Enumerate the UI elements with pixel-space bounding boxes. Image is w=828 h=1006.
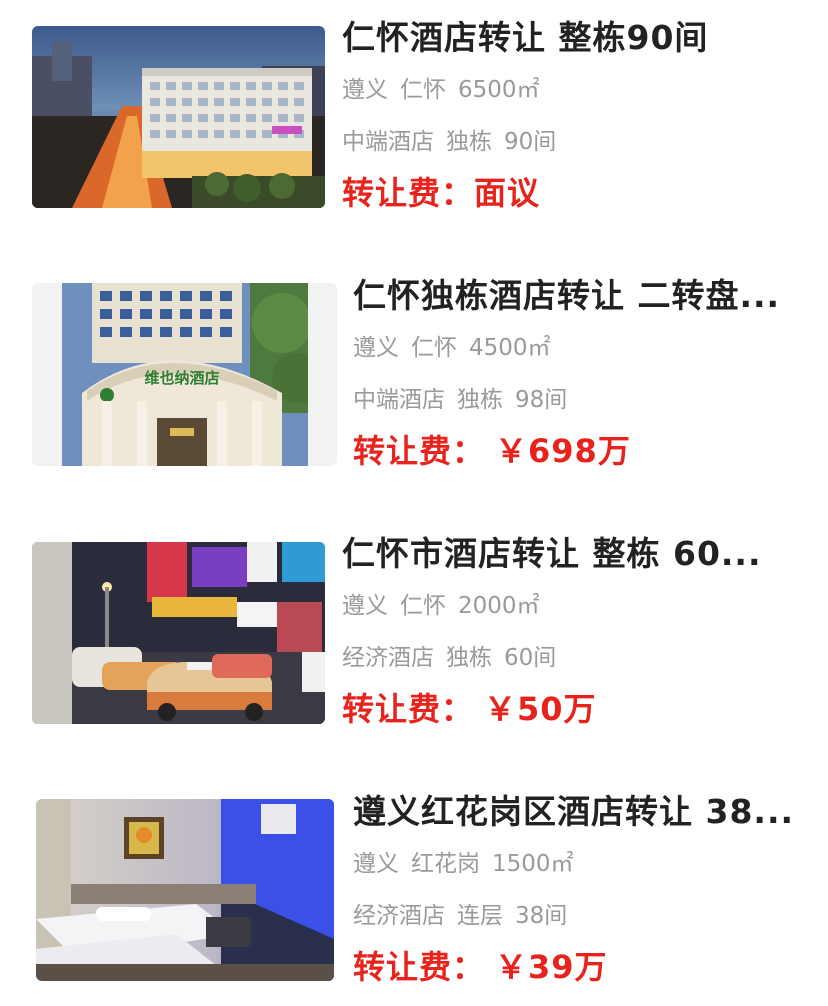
listing-price: 转让费：面议	[342, 173, 812, 213]
district: 仁怀	[400, 77, 446, 103]
listing-location-area: 遵义 红花岗 1500㎡	[353, 849, 813, 879]
price-label: 转让费：	[353, 432, 486, 470]
listing-card-1[interactable]: 仁怀酒店转让 整栋90间 遵义 仁怀 6500㎡ 中端酒店 独栋 90间 转让费：面议	[0, 0, 828, 212]
hotel-grade: 经济酒店	[353, 903, 445, 929]
listing-price: 转让费： ￥50万	[342, 689, 812, 729]
listing-card-4[interactable]: 遵义红花岗区酒店转让 38... 遵义 红花岗 1500㎡ 经济酒店 连层 38间 转让…	[0, 774, 828, 986]
listing-photo-1[interactable]	[32, 26, 325, 208]
area: 2000㎡	[458, 593, 540, 619]
price-value: ￥698万	[495, 432, 631, 470]
city: 遵义	[353, 335, 399, 361]
listing-location-area: 遵义 仁怀 6500㎡	[342, 75, 812, 105]
building-type: 独栋	[446, 645, 492, 671]
price-label: 转让费：	[342, 690, 475, 728]
listing-photo-4[interactable]	[36, 799, 334, 981]
city: 遵义	[342, 77, 388, 103]
room-count: 38间	[515, 903, 568, 929]
listing-title[interactable]: 遵义红花岗区酒店转让 38...	[353, 792, 813, 832]
price-label: 转让费：	[342, 174, 475, 212]
listing-card-2[interactable]: 维也纳酒店 仁怀独栋酒店转让 二转盘... 遵义 仁怀 4500㎡ 中端酒店 独栋 98…	[0, 258, 828, 470]
city: 遵义	[342, 593, 388, 619]
room-count: 90间	[504, 129, 557, 155]
district: 红花岗	[411, 851, 480, 877]
building-type: 连层	[457, 903, 503, 929]
listing-photo-3[interactable]	[32, 542, 325, 724]
hotel-sign-text: 维也纳酒店	[144, 369, 219, 387]
listing-location-area: 遵义 仁怀 2000㎡	[342, 591, 812, 621]
price-value: 面议	[474, 174, 541, 212]
listing-price: 转让费： ￥698万	[353, 431, 813, 471]
listing-hotel-info: 中端酒店 独栋 90间	[342, 127, 812, 157]
listing-title[interactable]: 仁怀酒店转让 整栋90间	[342, 18, 812, 58]
price-label: 转让费：	[353, 948, 486, 986]
room-count: 98间	[515, 387, 568, 413]
area: 4500㎡	[469, 335, 551, 361]
listing-hotel-info: 经济酒店 连层 38间	[353, 901, 813, 931]
district: 仁怀	[411, 335, 457, 361]
price-value: ￥39万	[495, 948, 608, 986]
listing-card-3[interactable]: 仁怀市酒店转让 整栋 60... 遵义 仁怀 2000㎡ 经济酒店 独栋 60间 转让费…	[0, 516, 828, 728]
district: 仁怀	[400, 593, 446, 619]
building-type: 独栋	[457, 387, 503, 413]
hotel-grade: 中端酒店	[342, 129, 434, 155]
listing-price: 转让费： ￥39万	[353, 947, 813, 987]
hotel-grade: 中端酒店	[353, 387, 445, 413]
price-value: ￥50万	[484, 690, 597, 728]
area: 1500㎡	[492, 851, 574, 877]
listing-title[interactable]: 仁怀市酒店转让 整栋 60...	[342, 534, 812, 574]
listing-title[interactable]: 仁怀独栋酒店转让 二转盘...	[353, 276, 813, 316]
room-count: 60间	[504, 645, 557, 671]
city: 遵义	[353, 851, 399, 877]
listing-hotel-info: 中端酒店 独栋 98间	[353, 385, 813, 415]
building-type: 独栋	[446, 129, 492, 155]
listing-location-area: 遵义 仁怀 4500㎡	[353, 333, 813, 363]
area: 6500㎡	[458, 77, 540, 103]
listing-photo-2[interactable]: 维也纳酒店	[32, 283, 337, 466]
listing-hotel-info: 经济酒店 独栋 60间	[342, 643, 812, 673]
hotel-grade: 经济酒店	[342, 645, 434, 671]
